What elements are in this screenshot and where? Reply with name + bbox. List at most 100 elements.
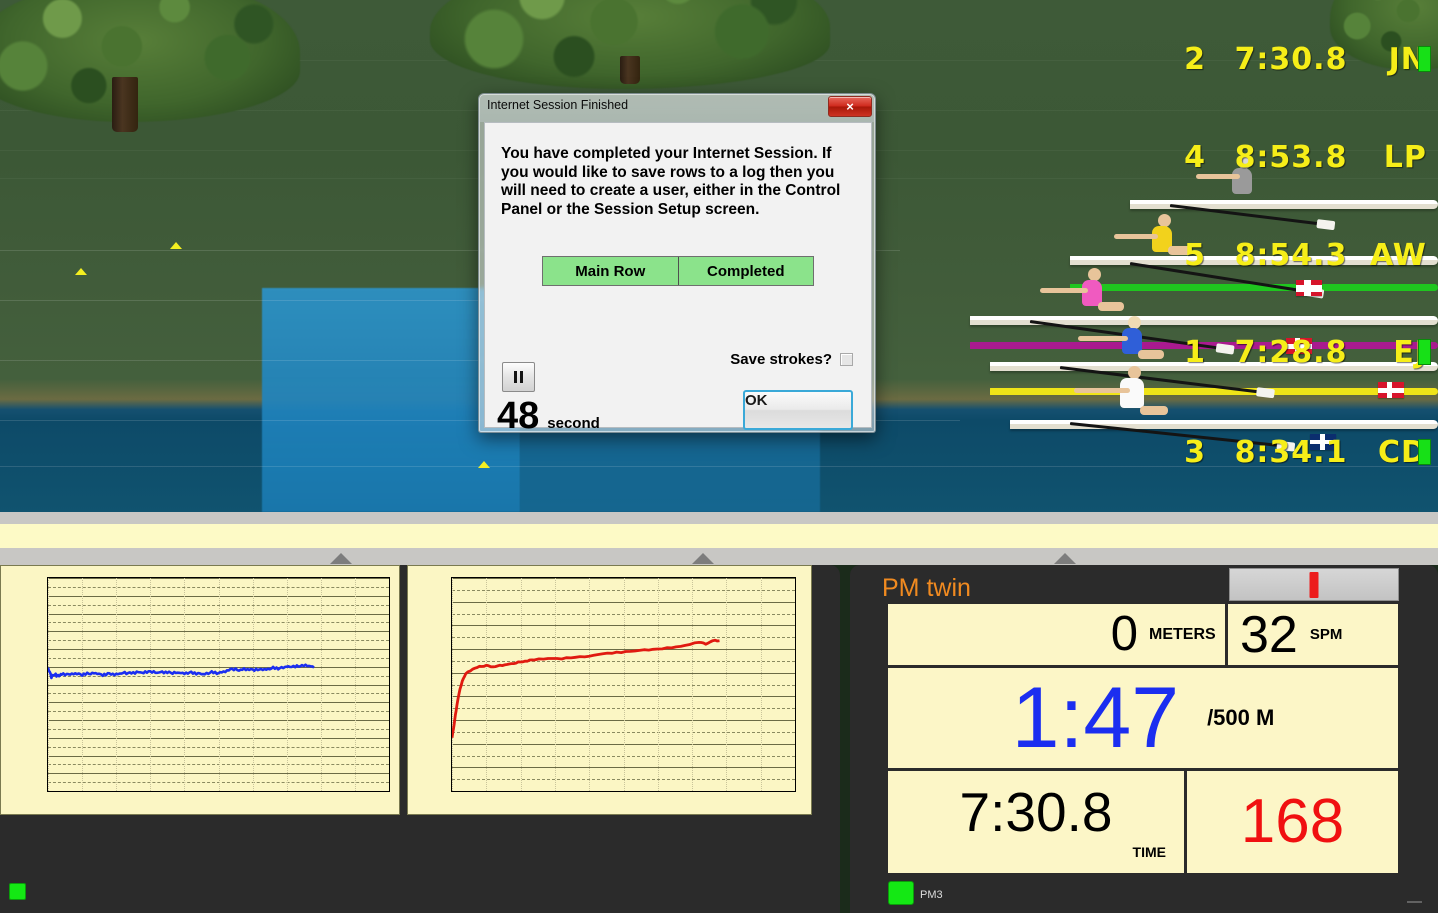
y-axis-tick (47, 791, 48, 792)
ok-button[interactable]: OK (743, 390, 853, 430)
countdown: 48 second (497, 397, 600, 435)
pace-chart: 1:001:201:402:002:202:403:00010002000 (0, 565, 400, 815)
x-axis-tick-minor (99, 791, 100, 792)
flag-norway (1296, 280, 1322, 296)
x-axis-tick-minor (795, 791, 796, 792)
gridline-vertical (389, 578, 390, 791)
x-axis-tick-minor (253, 791, 254, 792)
leaderboard-initials: LP (1383, 140, 1427, 175)
app-root: 2 7:30.8 JN 4 8:53.8 LP 5 8:54.3 AW 1 7:… (0, 0, 1438, 913)
splitter-handle[interactable] (330, 553, 352, 564)
splitter-top (0, 512, 1438, 524)
stroke-rate-unit: SPM (1309, 626, 1343, 643)
completed-cell[interactable]: Completed (677, 257, 814, 285)
leaderboard-row: 1 7:28.8 EJ (1180, 335, 1427, 370)
leaderboard-time: 8:54.3 (1234, 238, 1348, 273)
chart-panel: 1:001:201:402:002:202:403:00010002000 10… (0, 565, 840, 913)
leaderboard-indicator (1418, 46, 1431, 72)
chart-series-layer (48, 663, 315, 680)
pm-status-indicator (888, 881, 914, 905)
leaderboard-position: 1 (1184, 335, 1206, 370)
x-axis-tick-minor (201, 791, 202, 792)
x-axis-tick-minor (709, 791, 710, 792)
x-axis-tick (321, 791, 322, 792)
splitter-handle[interactable] (692, 553, 714, 564)
pace-cell: 1:47 /500 M (887, 667, 1399, 769)
x-axis-tick-minor (469, 791, 470, 792)
gridline-vertical (795, 578, 796, 791)
splitter-handle[interactable] (1054, 553, 1076, 564)
leaderboard-row: 2 7:30.8 JN (1180, 42, 1427, 77)
x-axis-tick-minor (287, 791, 288, 792)
x-axis-tick-minor (744, 791, 745, 792)
gridline (452, 791, 795, 792)
leaderboard-indicator (1418, 439, 1431, 465)
pause-icon-bar (520, 371, 523, 383)
pause-button[interactable] (502, 362, 535, 392)
x-axis-tick-minor (150, 791, 151, 792)
session-summary-grid: Main Row Completed (542, 256, 814, 286)
x-axis-tick-minor (555, 791, 556, 792)
x-axis-tick (589, 791, 590, 792)
x-axis-tick-minor (389, 791, 390, 792)
x-axis-tick-minor (572, 791, 573, 792)
dialog-body: You have completed your Internet Session… (484, 122, 872, 435)
chart-status-indicator (9, 883, 26, 900)
x-axis-tick (48, 791, 49, 792)
close-icon[interactable]: × (828, 96, 872, 117)
pm-status-label: PM3 (920, 889, 943, 901)
leaderboard-position: 3 (1184, 435, 1206, 470)
x-axis-tick-minor (641, 791, 642, 792)
leaderboard-initials: JN (1388, 42, 1427, 77)
save-strokes-row: Save strokes? (730, 351, 853, 368)
heart-rate-chart: 100200010002000 (407, 565, 812, 815)
x-axis-tick-minor (355, 791, 356, 792)
meters-value: 0 (1110, 607, 1138, 661)
chart-footer (0, 870, 840, 913)
time-value: 7:30.8 (959, 780, 1113, 843)
tree-center (430, 0, 830, 104)
x-axis-tick-minor (167, 791, 168, 792)
lane-buoy (75, 268, 87, 275)
x-axis-tick-minor (82, 791, 83, 792)
heart-rate-cell: 168 (1186, 770, 1399, 874)
meters-cell: 0 METERS (887, 603, 1226, 666)
x-axis-tick-minor (372, 791, 373, 792)
x-axis-tick (184, 791, 185, 792)
meters-unit: METERS (1149, 625, 1216, 643)
x-axis-tick-minor (658, 791, 659, 792)
heart-rate-plot-area: 100200010002000 (451, 577, 796, 792)
leaderboard-position: 5 (1184, 238, 1206, 273)
tree-left (0, 0, 300, 142)
x-axis-tick-minor (538, 791, 539, 792)
splitter-bottom (0, 548, 1438, 565)
pause-icon-bar (514, 371, 517, 383)
leaderboard-position: 2 (1184, 42, 1206, 77)
time-label: TIME (1132, 843, 1166, 860)
force-curve-bar (1229, 568, 1399, 601)
save-strokes-checkbox[interactable] (840, 353, 853, 366)
pace-value: 1:47 (1011, 670, 1180, 766)
lane-buoy (170, 242, 182, 249)
gridline (48, 791, 389, 792)
leaderboard-time: 7:30.8 (1234, 42, 1348, 77)
x-axis-tick-minor (692, 791, 693, 792)
countdown-unit: second (547, 415, 600, 432)
lane-buoy (478, 461, 490, 468)
leaderboard-row: 3 8:34.1 CD (1180, 435, 1427, 470)
x-axis-tick (452, 791, 453, 792)
x-axis-tick-minor (624, 791, 625, 792)
stroke-rate-cell: 32 SPM (1227, 603, 1399, 666)
internet-session-finished-dialog: Internet Session Finished × You have com… (478, 93, 876, 435)
heart-rate-value: 168 (1240, 787, 1345, 856)
pm-footer: PM3 — (850, 870, 1438, 913)
main-row-cell[interactable]: Main Row (543, 257, 678, 285)
data-series-line (48, 663, 315, 680)
leaderboard-time: 8:34.1 (1234, 435, 1348, 470)
force-marker (1309, 572, 1319, 598)
x-axis-tick-minor (503, 791, 504, 792)
leaderboard-time: 8:53.8 (1234, 140, 1348, 175)
x-axis-tick-minor (65, 791, 66, 792)
pm-monitor-panel: PM twin 0 METERS 32 SPM 1:47 /500 M 7:30… (850, 565, 1438, 913)
pace-unit: /500 M (1207, 705, 1275, 730)
